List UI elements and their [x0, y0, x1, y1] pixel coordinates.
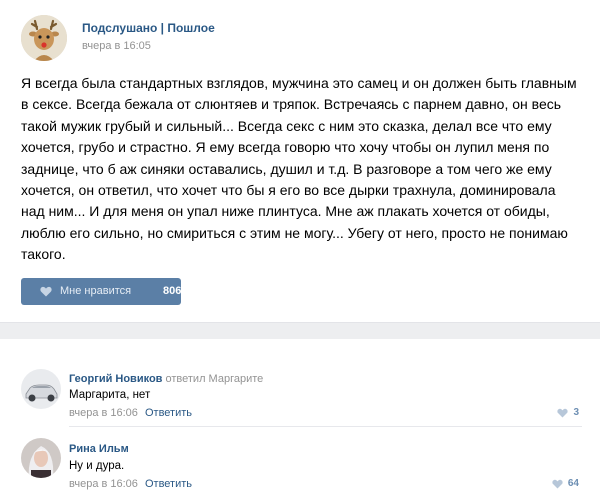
comment-text: Маргарита, нет: [69, 389, 151, 401]
deer-avatar-icon: [21, 15, 67, 61]
post-timestamp[interactable]: вчера в 16:05: [82, 40, 151, 52]
section-separator: [0, 322, 600, 339]
post-author[interactable]: Подслушано | Пошлое: [82, 21, 215, 35]
like-count: 806: [163, 285, 182, 297]
comment-time[interactable]: вчера в 16:06: [69, 407, 138, 419]
comment-like-count: 64: [567, 478, 579, 489]
heart-icon: [40, 286, 52, 297]
comment-author-line: Рина Ильм: [69, 443, 129, 455]
community-avatar[interactable]: [21, 15, 67, 61]
commenter-avatar[interactable]: [21, 369, 61, 409]
comment-time[interactable]: вчера в 16:06: [69, 478, 138, 490]
woman-avatar-icon: [21, 438, 61, 478]
comment-meta: вчера в 16:06 Ответить: [69, 478, 192, 490]
comment-author-line: Георгий Новиков ответил Маргарите: [69, 373, 263, 385]
car-avatar-icon: [21, 369, 61, 409]
like-label: Мне нравится: [60, 285, 132, 297]
reply-button[interactable]: Ответить: [145, 407, 192, 419]
heart-icon: [552, 479, 563, 489]
reply-button[interactable]: Ответить: [145, 478, 192, 490]
heart-icon: [557, 408, 569, 418]
comment-item: Рина Ильм Ну и дура. вчера в 16:06 Ответ…: [0, 432, 600, 502]
comment-like-button[interactable]: 64: [552, 478, 579, 489]
commenter-avatar[interactable]: [21, 438, 61, 478]
post-text: Я всегда была стандартных взглядов, мужч…: [21, 75, 577, 263]
comment-item: Георгий Новиков ответил Маргарите Маргар…: [0, 362, 600, 432]
comment-divider: [69, 426, 582, 427]
comment-like-button[interactable]: 3: [557, 407, 579, 418]
comment-meta: вчера в 16:06 Ответить: [69, 407, 192, 419]
comment-like-count: 3: [573, 407, 579, 418]
post-card: Подслушано | Пошлое вчера в 16:05 Я всег…: [0, 0, 600, 322]
comment-author[interactable]: Георгий Новиков: [69, 373, 162, 385]
comment-replied-to[interactable]: ответил Маргарите: [166, 373, 264, 385]
like-button[interactable]: Мне нравится 806: [21, 278, 181, 305]
comment-text: Ну и дура.: [69, 460, 125, 472]
comment-author[interactable]: Рина Ильм: [69, 443, 129, 455]
